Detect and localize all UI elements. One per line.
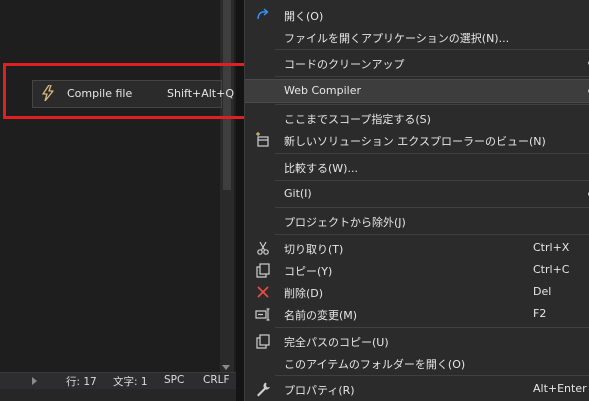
menu-separator [275, 153, 589, 154]
status-expand-arrow-icon[interactable] [32, 377, 37, 385]
context-menu: 開く(O) ファイルを開くアプリケーションの選択(N)... コードのクリーンア… [244, 0, 589, 401]
menu-item-scope-to-this[interactable]: ここまでスコープ指定する(S) [245, 107, 589, 129]
menu-item-label: ここまでスコープ指定する(S) [284, 113, 431, 126]
redirect-arrow-icon [257, 8, 269, 20]
line-indicator[interactable]: 行: 17 [66, 374, 97, 389]
menu-item-delete[interactable]: 削除(D) Del [245, 281, 589, 303]
menu-item-shortcut: Ctrl+X [533, 241, 570, 254]
menu-separator [275, 76, 589, 77]
delete-x-icon [257, 286, 269, 298]
editor-status-bar: 行: 17 文字: 1 SPC CRLF [0, 372, 236, 389]
menu-item-compare[interactable]: 比較する(W)... [245, 156, 589, 178]
menu-item-label: プロパティ(R) [284, 384, 355, 397]
menu-item-label: コードのクリーンアップ [284, 58, 405, 71]
menu-item-shortcut: Ctrl+C [533, 263, 570, 276]
menu-item-web-compiler[interactable]: Web Compiler [245, 79, 589, 103]
menu-item-label: 名前の変更(M) [284, 309, 358, 322]
scissors-icon [257, 241, 269, 255]
copy-icon [256, 263, 270, 278]
menu-item-git[interactable]: Git(I) [245, 183, 589, 205]
menu-item-exclude-from-project[interactable]: プロジェクトから除外(J) [245, 210, 589, 232]
annotation-highlight-box [3, 63, 259, 119]
menu-item-open-with[interactable]: ファイルを開くアプリケーションの選択(N)... [245, 26, 589, 48]
menu-item-label: プロジェクトから除外(J) [284, 216, 406, 229]
menu-item-label: Git(I) [284, 187, 312, 200]
menu-item-label: 削除(D) [284, 287, 324, 300]
menu-separator [275, 327, 589, 328]
scroll-down-arrow-icon[interactable] [222, 365, 230, 370]
menu-item-shortcut: Del [533, 285, 552, 298]
menu-item-open-containing-folder[interactable]: このアイテムのフォルダーを開く(O) [245, 352, 589, 374]
new-view-icon [256, 132, 269, 147]
menu-item-shortcut: Alt+Enter [533, 382, 587, 395]
bottom-panel-strip [0, 389, 236, 401]
copy-path-icon [256, 334, 270, 349]
menu-separator [275, 104, 589, 105]
menu-separator [275, 180, 589, 181]
menu-separator [275, 207, 589, 208]
menu-item-label: ファイルを開くアプリケーションの選択(N)... [284, 32, 510, 45]
editor-vertical-scrollbar[interactable] [220, 0, 234, 372]
menu-item-cut[interactable]: 切り取り(T) Ctrl+X [245, 237, 589, 259]
menu-item-code-cleanup[interactable]: コードのクリーンアップ [245, 52, 589, 74]
rename-icon [255, 308, 270, 321]
splitter [236, 0, 244, 401]
menu-item-shortcut: F2 [533, 307, 547, 320]
code-editor[interactable] [0, 0, 236, 401]
menu-item-label: 完全パスのコピー(U) [284, 336, 389, 349]
menu-item-label: 新しいソリューション エクスプローラーのビュー(N) [284, 135, 546, 148]
wrench-icon [257, 382, 270, 397]
menu-item-properties[interactable]: プロパティ(R) Alt+Enter [245, 378, 589, 400]
menu-item-label: 切り取り(T) [284, 243, 344, 256]
menu-separator [275, 234, 589, 235]
column-indicator[interactable]: 文字: 1 [113, 374, 148, 389]
menu-separator [275, 49, 589, 50]
menu-item-open[interactable]: 開く(O) [245, 4, 589, 26]
menu-item-label: 開く(O) [284, 10, 324, 23]
menu-item-rename[interactable]: 名前の変更(M) F2 [245, 303, 589, 325]
line-ending-indicator[interactable]: CRLF [203, 374, 230, 386]
menu-item-copy-full-path[interactable]: 完全パスのコピー(U) [245, 330, 589, 352]
menu-item-label: Web Compiler [284, 84, 361, 97]
menu-item-label: コピー(Y) [284, 265, 333, 278]
menu-item-label: このアイテムのフォルダーを開く(O) [284, 358, 466, 371]
menu-item-copy[interactable]: コピー(Y) Ctrl+C [245, 259, 589, 281]
menu-item-new-solution-view[interactable]: 新しいソリューション エクスプローラーのビュー(N) [245, 129, 589, 151]
indent-mode-indicator[interactable]: SPC [164, 374, 184, 386]
menu-item-label: 比較する(W)... [284, 162, 358, 175]
menu-separator [275, 375, 589, 376]
